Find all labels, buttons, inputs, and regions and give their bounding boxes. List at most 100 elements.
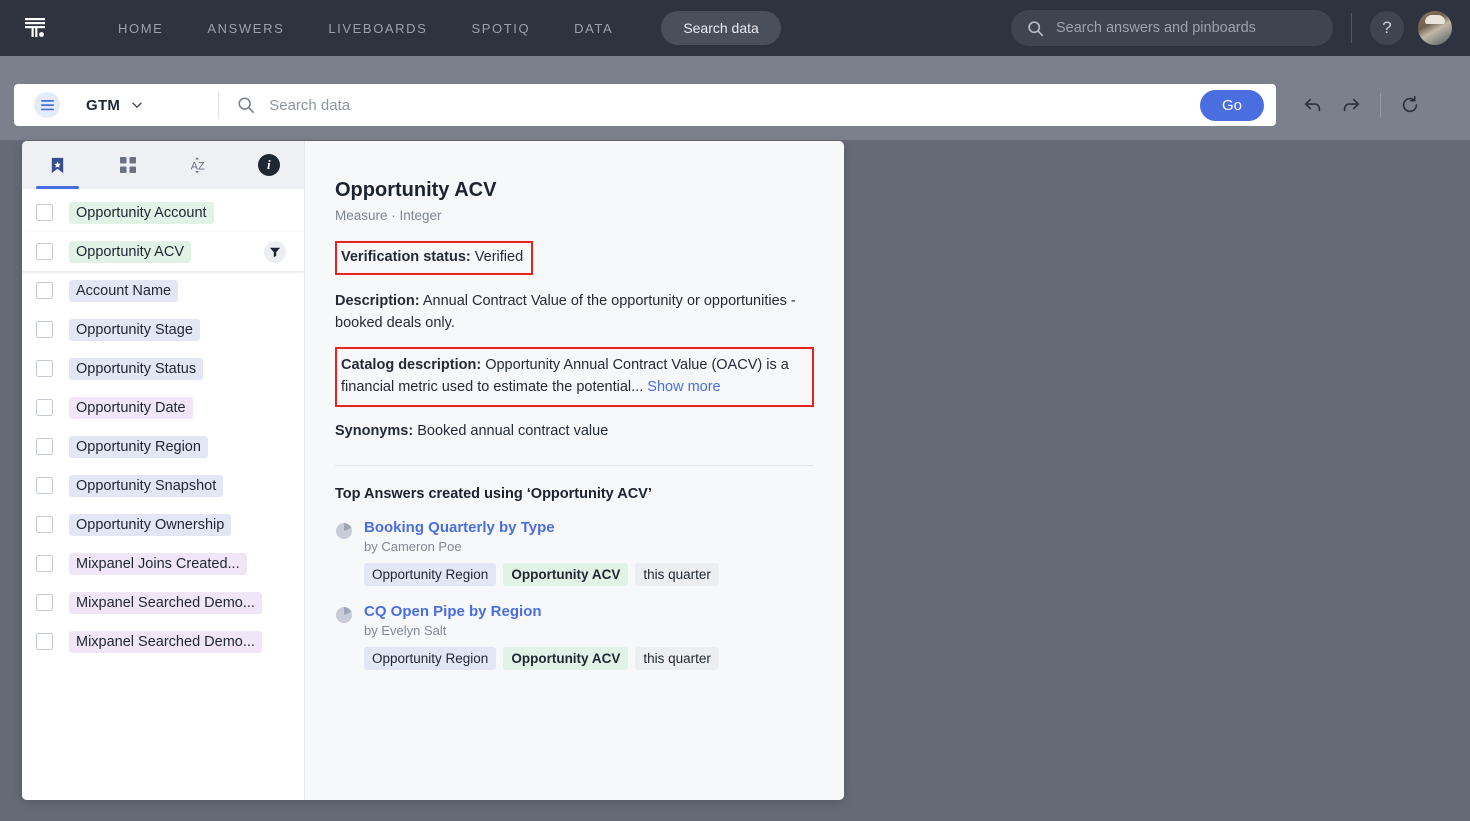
field-checkbox[interactable] [36,282,53,299]
answer-token-list: Opportunity Region Opportunity ACV this qu… [364,646,719,670]
nav-item-spotiq[interactable]: SPOTIQ [449,13,552,44]
grid-icon [119,157,136,173]
field-list-item[interactable]: Opportunity ACV [22,232,304,271]
thoughtspot-logo-icon[interactable] [18,11,52,45]
field-list-item[interactable]: Opportunity Account [22,193,304,232]
go-button[interactable]: Go [1199,89,1264,121]
redo-button[interactable] [1332,86,1370,124]
info-icon: i [257,154,280,176]
field-checkbox[interactable] [36,438,53,455]
field-checkbox[interactable] [36,555,53,572]
tab-sort-alphabetical[interactable]: AZ [163,141,234,189]
field-list-item[interactable]: Opportunity Ownership [22,505,304,544]
answer-author: by Cameron Poe [364,538,462,554]
tab-field-info[interactable]: i [234,141,305,189]
field-list-item[interactable]: Opportunity Snapshot [22,466,304,505]
svg-text:AZ: AZ [191,161,205,173]
filter-icon[interactable] [264,240,286,263]
redo-icon [1343,98,1360,112]
catalog-description: Catalog description: Opportunity Annual … [341,357,789,394]
field-detail-title: Opportunity ACV [335,179,497,201]
top-answers-list: Booking Quarterly by Type by Cameron Poe O… [335,519,814,670]
field-checkbox[interactable] [36,594,53,611]
show-more-link[interactable]: Show more [647,379,720,395]
field-label: Opportunity Stage [69,318,200,341]
catalog-description-label: Catalog description: [341,357,482,374]
field-list-item[interactable]: Mixpanel Searched Demo... [22,622,304,661]
history-divider [1380,93,1381,117]
field-label: Opportunity ACV [69,240,191,263]
field-checkbox[interactable] [36,243,53,260]
field-checkbox[interactable] [36,633,53,650]
answer-title-link[interactable]: CQ Open Pipe by Region [364,603,719,620]
nav-item-data[interactable]: DATA [552,13,635,44]
field-checkbox[interactable] [36,516,53,533]
worksheet-selector[interactable]: GTM [86,97,144,114]
field-list-item[interactable]: Opportunity Date [22,388,304,427]
worksheet-name: GTM [86,96,121,114]
chevron-down-icon [132,102,142,108]
field-checkbox[interactable] [36,360,53,377]
undo-button[interactable] [1294,86,1332,124]
field-label: Mixpanel Joins Created... [69,552,247,575]
answer-title-link[interactable]: Booking Quarterly by Type [364,519,719,536]
search-toolbar: GTM Search data Go [14,84,1429,126]
answer-token: Opportunity Region [364,562,497,586]
help-button[interactable]: ? [1370,11,1404,45]
field-browser: AZ i Opportunity Account Opportunity ACV A… [22,141,305,800]
field-label: Opportunity Status [69,357,204,380]
nav-right-group: Search answers and pinboards ? [1011,10,1470,46]
field-list-item[interactable]: Opportunity Status [22,349,304,388]
top-answers-title: Top Answers created using ‘Opportunity A… [335,485,652,502]
search-data-input[interactable]: Search data [237,96,1200,114]
verification-status-value: Verified [474,249,524,265]
field-list-item[interactable]: Mixpanel Searched Demo... [22,583,304,622]
field-checkbox[interactable] [36,399,53,416]
field-label: Mixpanel Searched Demo... [69,630,262,653]
search-bar: GTM Search data Go [14,84,1276,126]
field-list-item[interactable]: Opportunity Region [22,427,304,466]
synonyms-label: Synonyms: [335,423,414,440]
tab-bookmarked-fields[interactable] [22,141,93,189]
answer-item[interactable]: CQ Open Pipe by Region by Evelyn Salt Oppo… [335,603,814,670]
pie-chart-icon [335,606,353,624]
history-controls [1294,84,1429,126]
answer-token: Opportunity Region [364,646,497,670]
field-detail-panel: Opportunity ACV Measure · Integer Verifi… [305,141,844,800]
answer-token: this quarter [635,562,719,586]
nav-search-data-button[interactable]: Search data [661,11,781,45]
hamburger-icon[interactable] [34,92,60,118]
nav-item-answers[interactable]: ANSWERS [185,13,306,44]
verification-status-label: Verification status: [341,249,471,265]
nav-item-home[interactable]: HOME [96,13,185,44]
field-detail-meta: Measure · Integer [335,208,442,223]
field-label: Mixpanel Searched Demo... [69,591,262,614]
field-label: Opportunity Snapshot [69,474,224,497]
reset-icon [1402,95,1418,113]
field-list-item[interactable]: Account Name [22,271,304,310]
global-search-input[interactable]: Search answers and pinboards [1011,10,1333,46]
tab-all-fields[interactable] [93,141,164,189]
field-list-item[interactable]: Mixpanel Joins Created... [22,544,304,583]
answer-item[interactable]: Booking Quarterly by Type by Cameron Poe O… [335,519,814,586]
field-description: Description: Annual Contract Value of th… [335,291,814,334]
bookmark-icon [51,157,63,173]
field-label: Account Name [69,279,179,302]
field-checkbox[interactable] [36,204,53,221]
catalog-description-annotation: Catalog description: Opportunity Annual … [335,347,814,408]
description-label: Description: [335,293,420,310]
field-browser-tabs: AZ i [22,141,304,189]
field-list[interactable]: Opportunity Account Opportunity ACV Accoun… [22,189,304,800]
field-checkbox[interactable] [36,321,53,338]
answer-token-list: Opportunity Region Opportunity ACV this qu… [364,562,719,586]
field-synonyms: Synonyms: Booked annual contract value [335,421,814,442]
top-navigation-bar: HOME ANSWERS LIVEBOARDS SPOTIQ DATA Sear… [0,0,1470,56]
reset-button[interactable] [1391,86,1429,124]
user-avatar[interactable] [1418,11,1452,45]
search-icon [1028,20,1044,36]
field-label: Opportunity Region [69,435,208,458]
field-checkbox[interactable] [36,477,53,494]
nav-item-liveboards[interactable]: LIVEBOARDS [306,13,449,44]
search-icon [238,97,255,114]
field-list-item[interactable]: Opportunity Stage [22,310,304,349]
